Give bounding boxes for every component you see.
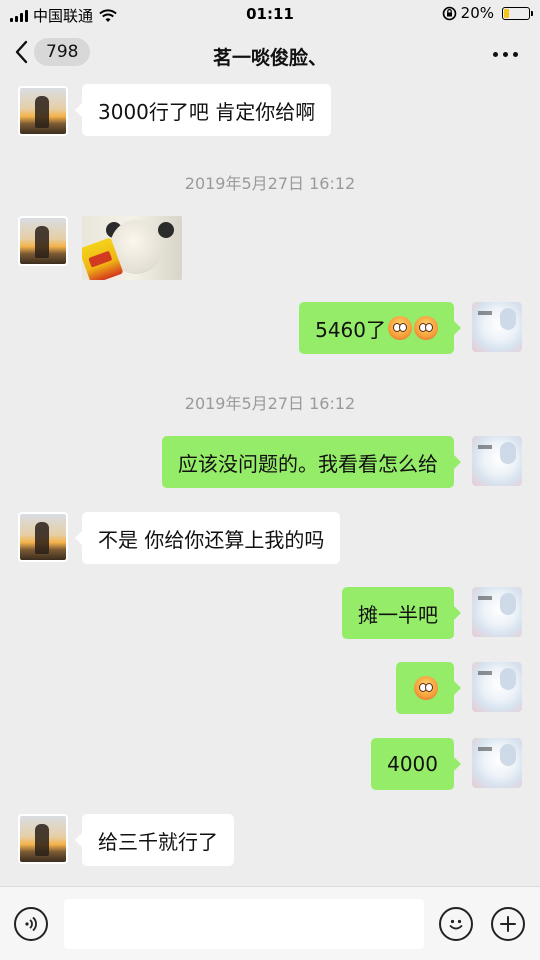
status-bar: 中国联通 01:11 20% <box>0 0 540 28</box>
plus-button[interactable] <box>491 907 525 941</box>
sticker-image[interactable] <box>82 216 182 280</box>
chat-area[interactable]: 3000行了吧 肯定你给啊 2019年5月27日 16:12 5460了 201… <box>0 84 540 886</box>
my-avatar[interactable] <box>472 302 522 352</box>
timestamp: 2019年5月27日 16:12 <box>184 394 356 413</box>
contact-avatar[interactable] <box>18 86 68 136</box>
sent-message[interactable] <box>396 662 461 714</box>
plus-icon <box>500 916 516 932</box>
sent-message[interactable]: 摊一半吧 <box>342 587 461 639</box>
my-avatar[interactable] <box>472 738 522 788</box>
battery-icon <box>502 6 533 20</box>
sent-message[interactable]: 4000 <box>371 738 461 790</box>
flushed-emoji-icon <box>388 316 412 340</box>
contact-avatar[interactable] <box>18 512 68 562</box>
emoji-icon <box>449 919 463 930</box>
more-button[interactable] <box>493 52 518 57</box>
sent-message[interactable]: 5460了 <box>299 302 461 354</box>
received-message[interactable]: 3000行了吧 肯定你给啊 <box>74 84 332 136</box>
my-avatar[interactable] <box>472 436 522 486</box>
my-avatar[interactable] <box>472 587 522 637</box>
rotation-lock-icon <box>442 6 456 20</box>
received-message[interactable]: 给三千就行了 <box>75 814 234 866</box>
chat-title: 茗一啖俊脸、 <box>212 47 327 69</box>
my-avatar[interactable] <box>472 662 522 712</box>
emoji-button[interactable] <box>439 907 473 941</box>
timestamp: 2019年5月27日 16:12 <box>184 174 356 193</box>
contact-avatar[interactable] <box>18 814 68 864</box>
flushed-emoji-icon <box>414 676 438 700</box>
message-text: 5460了 <box>315 317 386 342</box>
nav-bar: 798 茗一啖俊脸、 <box>0 28 540 84</box>
input-bar <box>0 886 540 960</box>
message-input[interactable] <box>64 899 424 949</box>
voice-icon <box>25 916 37 932</box>
battery-percent: 20% <box>460 4 494 22</box>
more-icon <box>493 52 498 57</box>
sent-message[interactable]: 应该没问题的。我看看怎么给 <box>162 436 461 488</box>
received-message[interactable]: 不是 你给你还算上我的吗 <box>74 512 341 564</box>
flushed-emoji-icon <box>414 316 438 340</box>
contact-avatar[interactable] <box>18 216 68 266</box>
voice-button[interactable] <box>14 907 48 941</box>
